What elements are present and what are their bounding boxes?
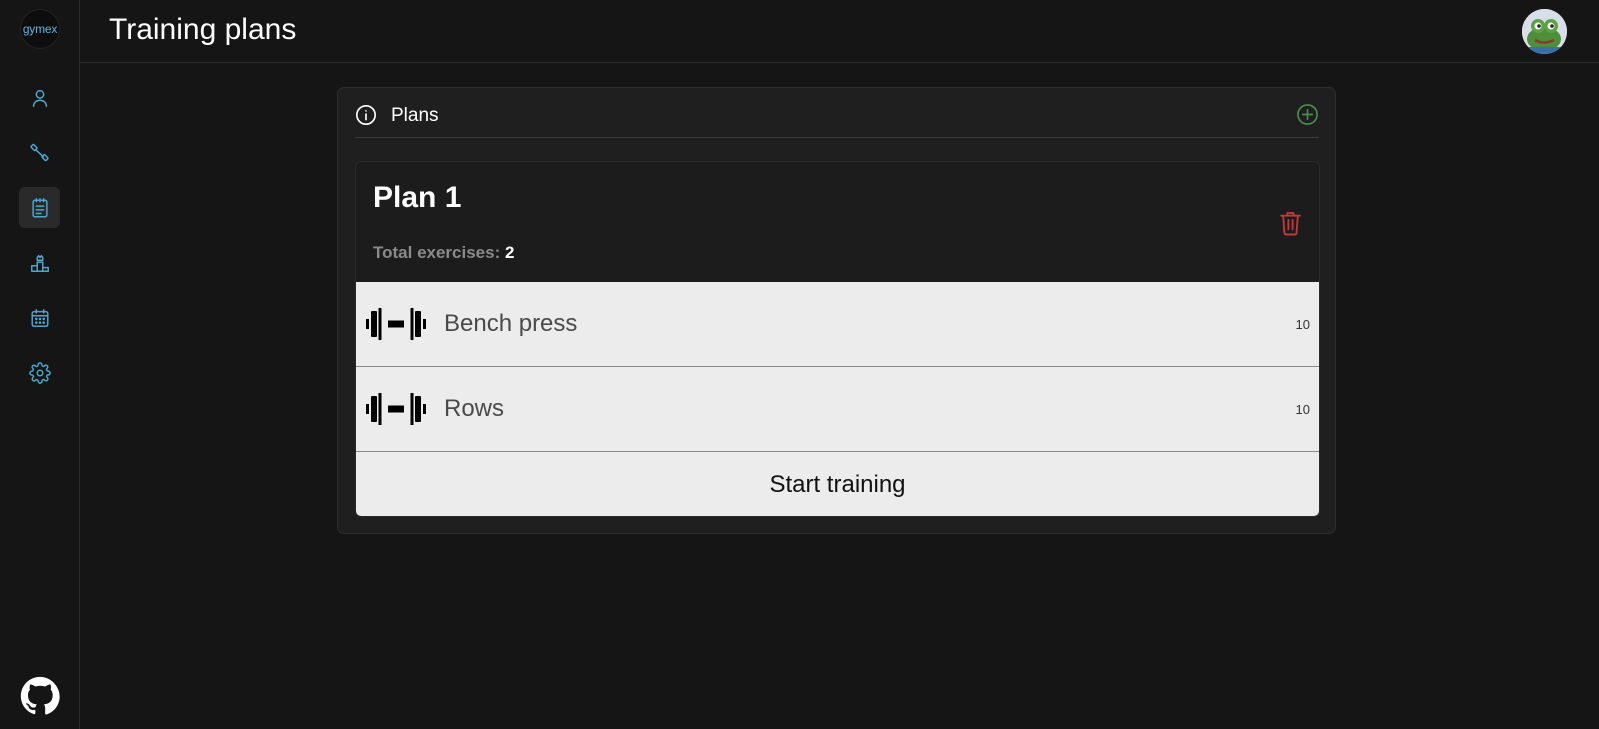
sidebar-item-plans[interactable] — [19, 187, 60, 228]
trash-icon[interactable] — [1279, 210, 1302, 236]
panel-header: Plans — [355, 88, 1319, 138]
exercise-row[interactable]: Rows 10 — [356, 367, 1319, 452]
github-link[interactable] — [20, 676, 60, 716]
avatar-frog-icon — [1522, 9, 1567, 54]
add-plan-icon[interactable] — [1296, 103, 1319, 126]
exercise-count: 10 — [1295, 317, 1310, 332]
app-logo-text: gymex — [22, 22, 58, 36]
sidebar-item-settings[interactable] — [19, 352, 60, 393]
start-training-button[interactable]: Start training — [356, 452, 1319, 516]
dumbbell-icon — [366, 393, 426, 425]
exercise-row[interactable]: Bench press 10 — [356, 282, 1319, 367]
plan-card-header: Plan 1 Total exercises: 2 — [356, 162, 1319, 282]
panel-title: Plans — [391, 105, 439, 126]
app-logo[interactable]: gymex — [20, 9, 60, 49]
github-icon — [20, 676, 60, 715]
avatar[interactable] — [1522, 9, 1567, 54]
plan-total-label: Total exercises: — [373, 243, 501, 262]
sidebar-item-ranking[interactable] — [19, 242, 60, 283]
gear-icon — [28, 361, 51, 384]
exercise-name: Bench press — [444, 310, 578, 337]
notepad-icon — [31, 197, 48, 217]
page-title: Training plans — [109, 13, 297, 46]
user-icon — [32, 89, 47, 107]
sidebar-item-exercises[interactable] — [19, 132, 60, 173]
plan-total-exercises: Total exercises: 2 — [373, 243, 514, 263]
plan-total-value: 2 — [505, 243, 515, 262]
exercise-name: Rows — [444, 395, 505, 422]
top-bar: Training plans — [80, 0, 1599, 63]
sidebar-item-profile[interactable] — [19, 77, 60, 118]
plans-panel: Plans Plan 1 Total exercises: 2 Bench pr… — [337, 87, 1336, 534]
exercise-count: 10 — [1295, 402, 1310, 417]
sidebar: gymex — [0, 0, 80, 729]
plan-card: Plan 1 Total exercises: 2 Bench press 10… — [355, 161, 1320, 517]
info-icon[interactable] — [355, 104, 377, 126]
podium-icon — [30, 254, 49, 272]
plan-name: Plan 1 — [373, 181, 462, 214]
calendar-icon — [30, 308, 49, 327]
dumbbell-icon — [366, 308, 426, 340]
dumbbell-icon — [29, 143, 49, 161]
sidebar-item-calendar[interactable] — [19, 297, 60, 338]
